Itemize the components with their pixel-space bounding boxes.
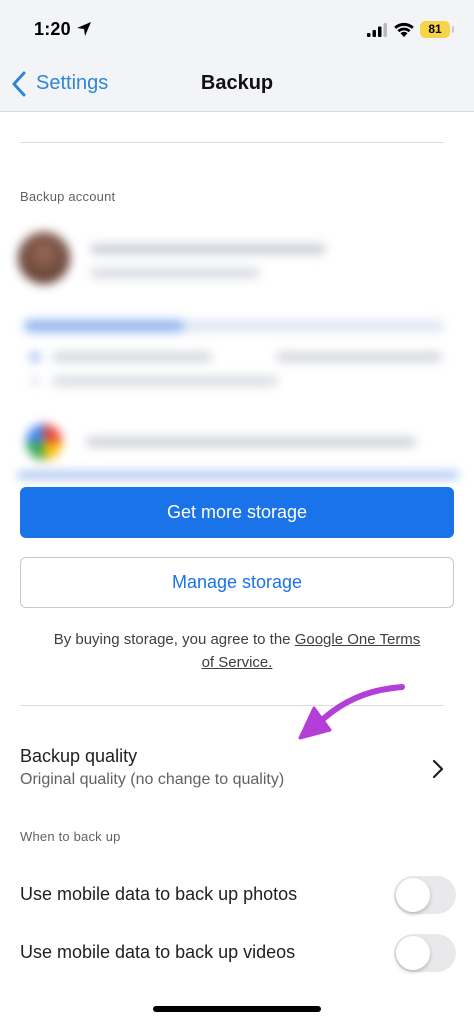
wifi-icon — [394, 22, 414, 37]
divider — [20, 142, 444, 143]
back-chevron-icon[interactable] — [10, 71, 28, 97]
annotation-arrow — [298, 684, 405, 740]
mobile-data-videos-label: Use mobile data to back up videos — [20, 942, 296, 962]
terms-link-continued[interactable]: of Service. — [202, 654, 273, 671]
mobile-data-photos-label: Use mobile data to back up photos — [20, 884, 298, 904]
signal-icon — [367, 23, 387, 37]
avatar — [18, 232, 70, 284]
backup-quality-title: Backup quality — [20, 746, 138, 766]
home-indicator — [153, 1006, 321, 1012]
battery-icon: 81 — [420, 21, 454, 38]
blurred-account-card — [18, 228, 458, 478]
battery-level: 81 — [428, 22, 442, 36]
google-one-logo — [26, 424, 62, 460]
back-button[interactable]: Settings — [36, 72, 108, 95]
toggle-knob — [396, 878, 430, 912]
mobile-data-videos-toggle[interactable] — [394, 934, 456, 972]
toggle-knob — [396, 936, 430, 970]
backup-settings-screen: 1:20 81 Backup Settings Backup account G… — [0, 0, 474, 1024]
when-to-back-up-label: When to back up — [20, 829, 121, 844]
terms-prefix: By buying storage, you agree to the — [53, 631, 295, 648]
navigation-bar: Backup Settings — [0, 58, 474, 112]
backup-account-label: Backup account — [20, 189, 116, 204]
terms-link[interactable]: Google One Terms — [295, 631, 421, 648]
chevron-right-icon — [432, 759, 444, 779]
mobile-data-photos-toggle[interactable] — [394, 876, 456, 914]
backup-quality-value: Original quality (no change to quality) — [20, 771, 285, 788]
location-arrow-icon — [77, 22, 91, 36]
status-time: 1:20 — [34, 19, 71, 39]
get-more-storage-button[interactable]: Get more storage — [20, 487, 454, 538]
mobile-data-photos-row: Use mobile data to back up photos — [0, 876, 474, 914]
backup-quality-row[interactable]: Backup quality Original quality (no chan… — [0, 740, 474, 802]
manage-storage-button[interactable]: Manage storage — [20, 557, 454, 608]
mobile-data-videos-row: Use mobile data to back up videos — [0, 934, 474, 972]
terms-text: By buying storage, you agree to the Goog… — [20, 628, 454, 674]
status-bar: 1:20 81 — [0, 0, 474, 58]
